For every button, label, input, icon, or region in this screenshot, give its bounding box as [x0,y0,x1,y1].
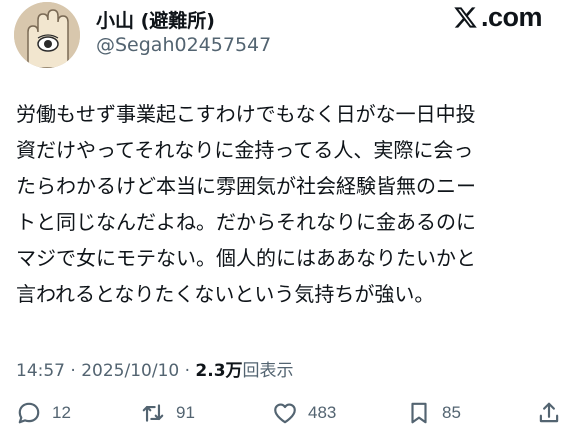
user-handle[interactable]: @Segah02457547 [96,34,271,56]
bookmark-button[interactable]: 85 [406,398,461,428]
views-label: 回表示 [242,361,294,381]
display-name[interactable]: 小山 (避難所) [96,6,215,33]
repost-count: 91 [176,403,195,422]
reply-count: 12 [52,403,71,422]
meta-separator: · [184,361,191,381]
heart-icon [274,403,296,424]
tweet-header: 小山 (避難所) @Segah02457547 .com [0,0,576,80]
meta-separator: · [70,361,76,381]
tweet-text-line: 資だけやってそれなりに金持ってる人、実際に会っ [16,138,474,162]
bookmark-count: 85 [442,403,461,422]
tweet-text-line: 労働もせず事業起こすわけでもなく日がな一日中投 [16,102,476,126]
like-button[interactable]: 483 [272,398,336,428]
x-logo-icon [454,6,477,28]
reply-icon [18,402,40,424]
avatar[interactable] [14,2,80,68]
action-bar: 12 91 483 85 [0,398,576,432]
tweet-text: 労働もせず事業起こすわけでもなく日がな一日中投 資だけやってそれなりに金持ってる… [16,96,568,312]
repost-icon [142,404,164,422]
cartoon-hand-with-eye-avatar-icon [14,2,80,68]
tweet-metadata: 14:57 · 2025/10/10 · 2.3万回表示 [16,356,294,381]
share-icon [539,402,559,423]
tweet-text-line: たらわかるけど本当に雰囲気が社会経験皆無のニー [16,174,476,198]
share-button[interactable] [536,398,562,428]
like-count: 483 [308,403,337,422]
tweet-text-line: トと同じなんだよね。だからそれなりに金あるのに [16,210,476,234]
tweet-date[interactable]: 2025/10/10 [81,361,179,381]
tweet-time[interactable]: 14:57 [16,361,65,381]
brand-logo: .com [452,1,543,32]
brand-domain-suffix: .com [480,1,543,32]
tweet-text-line: マジで女にモテない。個人的にはああなりたいかと [16,246,476,270]
repost-button[interactable]: 91 [140,398,195,428]
reply-button[interactable]: 12 [16,398,71,428]
views-count: 2.3万 [195,361,243,381]
tweet-text-line: 言われるとなりたくないという気持ちが強い。 [16,282,435,306]
bookmark-icon [411,402,427,424]
